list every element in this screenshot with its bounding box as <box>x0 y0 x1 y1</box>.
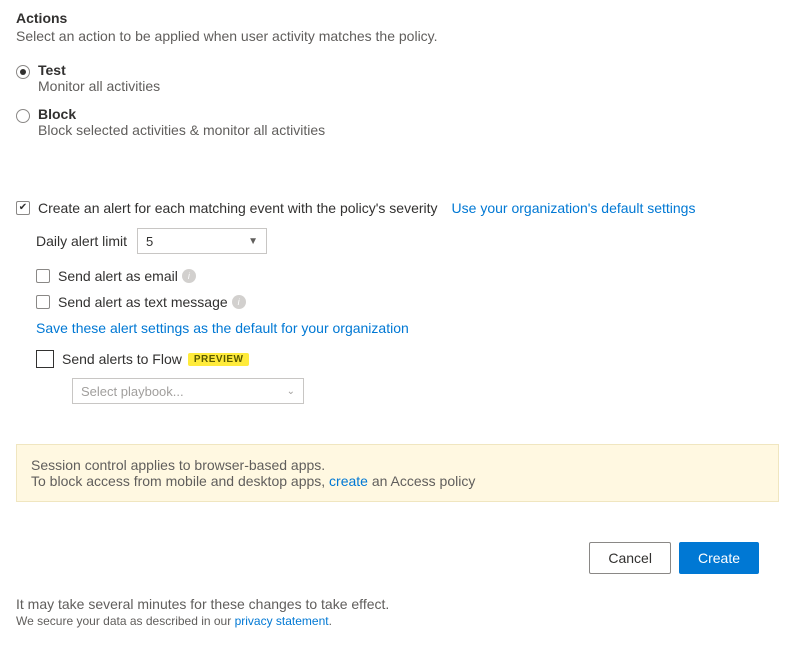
daily-alert-limit-label: Daily alert limit <box>36 233 127 249</box>
cancel-button[interactable]: Cancel <box>589 542 671 574</box>
send-flow-checkbox[interactable] <box>36 350 54 368</box>
send-email-row: Send alert as email i <box>36 268 779 284</box>
info-icon[interactable]: i <box>232 295 246 309</box>
create-access-policy-link[interactable]: create <box>329 473 368 489</box>
radio-block-label: Block <box>38 106 325 122</box>
daily-alert-limit-row: Daily alert limit 5 ▼ <box>36 228 779 254</box>
send-email-checkbox[interactable] <box>36 269 50 283</box>
daily-alert-limit-select[interactable]: 5 ▼ <box>137 228 267 254</box>
footer-buttons: Cancel Create <box>16 542 779 574</box>
send-email-label: Send alert as email <box>58 268 178 284</box>
radio-block-control[interactable] <box>16 109 30 123</box>
playbook-placeholder: Select playbook... <box>81 384 184 399</box>
playbook-select[interactable]: Select playbook... ⌄ <box>72 378 304 404</box>
send-flow-row: Send alerts to Flow PREVIEW <box>36 350 779 368</box>
save-default-link[interactable]: Save these alert settings as the default… <box>36 320 779 336</box>
footnote-line: It may take several minutes for these ch… <box>16 596 779 612</box>
privacy-text-b: . <box>329 614 332 628</box>
section-subtitle: Select an action to be applied when user… <box>16 28 779 44</box>
radio-test-row[interactable]: Test Monitor all activities <box>16 62 779 94</box>
send-sms-checkbox[interactable] <box>36 295 50 309</box>
send-sms-label: Send alert as text message <box>58 294 228 310</box>
privacy-statement-link[interactable]: privacy statement <box>235 614 329 628</box>
chevron-down-icon: ⌄ <box>287 386 295 397</box>
create-alert-checkbox[interactable] <box>16 201 30 215</box>
banner-line-1: Session control applies to browser-based… <box>31 457 764 473</box>
privacy-text-a: We secure your data as described in our <box>16 614 235 628</box>
radio-block-row[interactable]: Block Block selected activities & monito… <box>16 106 779 138</box>
banner-line-2a: To block access from mobile and desktop … <box>31 473 329 489</box>
create-alert-label: Create an alert for each matching event … <box>38 200 438 216</box>
preview-badge: PREVIEW <box>188 353 250 366</box>
info-banner: Session control applies to browser-based… <box>16 444 779 502</box>
radio-block-desc: Block selected activities & monitor all … <box>38 122 325 138</box>
create-button[interactable]: Create <box>679 542 759 574</box>
send-sms-row: Send alert as text message i <box>36 294 779 310</box>
banner-line-2b: an Access policy <box>368 473 475 489</box>
create-alert-row: Create an alert for each matching event … <box>16 200 779 216</box>
radio-test-control[interactable] <box>16 65 30 79</box>
privacy-line: We secure your data as described in our … <box>16 614 779 628</box>
radio-test-label: Test <box>38 62 160 78</box>
banner-line-2: To block access from mobile and desktop … <box>31 473 764 489</box>
section-title: Actions <box>16 10 779 26</box>
info-icon[interactable]: i <box>182 269 196 283</box>
send-flow-label: Send alerts to Flow <box>62 351 182 367</box>
use-default-settings-link[interactable]: Use your organization's default settings <box>452 200 696 216</box>
radio-test-desc: Monitor all activities <box>38 78 160 94</box>
chevron-down-icon: ▼ <box>248 236 258 247</box>
daily-alert-limit-value: 5 <box>146 234 153 249</box>
